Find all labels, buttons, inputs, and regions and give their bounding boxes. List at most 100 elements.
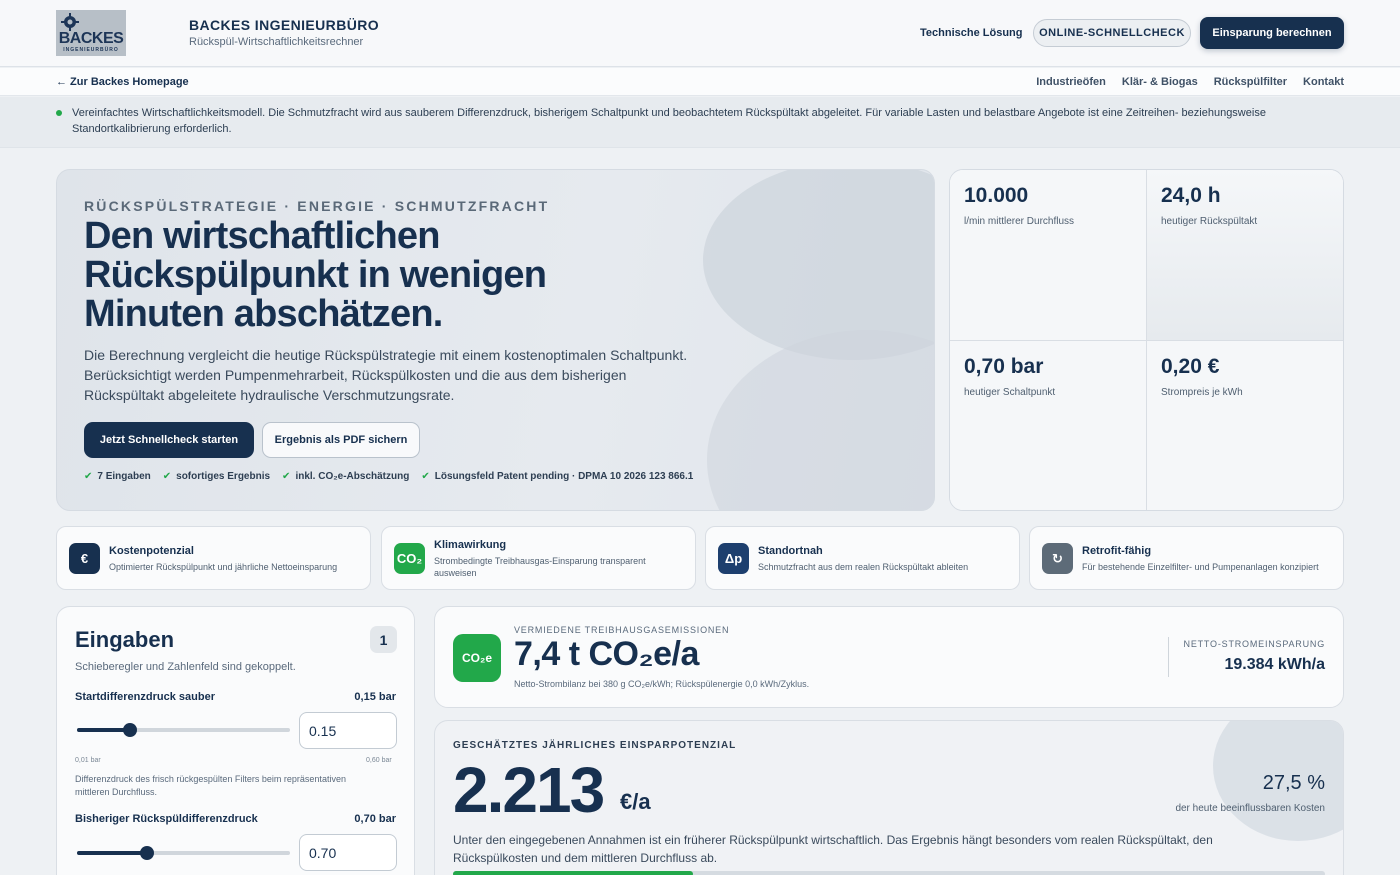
online-schnellcheck-button[interactable]: ONLINE-SCHNELLCHECK [1033, 19, 1191, 47]
check-icon: ✔ [282, 471, 291, 482]
savings-progress-fill [453, 871, 693, 875]
savings-description: Unter den eingegebenen Annahmen ist ein … [453, 833, 1213, 865]
save-pdf-button[interactable]: Ergebnis als PDF sichern [262, 422, 420, 458]
check-icon: ✔ [162, 471, 172, 482]
co2-icon: CO₂ [394, 543, 425, 574]
field-value-rueckspueldifferenzdruck: 0,70 bar [354, 813, 396, 825]
savings-value: 2.213 [453, 754, 605, 826]
strom-value: 19.384 kWh/a [1224, 656, 1326, 673]
hero-eyebrow: RÜCKSPÜLSTRATEGIE · ENERGIE · SCHMUTZFRA… [84, 198, 550, 214]
savings-unit: €/a [620, 789, 651, 814]
hero-feature-list: ✔ 7 Eingaben ✔ sofortiges Ergebnis ✔ inkl. … [84, 471, 693, 482]
feature-item: ✔ 7 Eingaben [84, 471, 151, 482]
einsparung-berechnen-button[interactable]: Einsparung berechnen [1200, 17, 1344, 49]
status-dot-icon [56, 110, 62, 116]
subnav-link-kontakt[interactable]: Kontakt [1303, 76, 1344, 88]
feature-card-kostenpotenzial: € Kostenpotenzial Optimierter Rückspülpu… [56, 526, 371, 590]
check-icon: ✔ [421, 471, 430, 482]
feature-card-retrofit: ↻ Retrofit-fähig Für bestehende Einzelfi… [1029, 526, 1344, 590]
subnav-link-rueckspuelfilter[interactable]: Rückspülfilter [1214, 76, 1287, 88]
subnav-link-klaer-biogas[interactable]: Klär- & Biogas [1122, 76, 1198, 88]
logo-sub: INGENIEURBÜRO [63, 47, 119, 53]
stat-label: Strompreis je kWh [1161, 387, 1243, 398]
feature-item: ✔ inkl. CO₂e-Abschätzung [282, 471, 410, 482]
stat-rueckspueltakt: 24,0 h heutiger Rückspültakt [1147, 170, 1343, 341]
feature-card-desc: Schmutzfracht aus dem realen Rückspültak… [758, 562, 969, 572]
stat-value: 10.000 [964, 184, 1029, 207]
co2-value: 7,4 t CO₂e/a [514, 635, 699, 673]
decorative-circle [707, 330, 934, 510]
co2-eyebrow: VERMIEDENE TREIBHAUSGASEMISSIONEN [514, 625, 730, 635]
co2-note: Netto-Strombilanz bei 380 g CO₂e/kWh; Rü… [514, 679, 810, 689]
savings-eyebrow: GESCHÄTZTES JÄHRLICHES EINSPARPOTENZIAL [453, 740, 737, 751]
feature-card-title: Klimawirkung [434, 539, 507, 551]
stat-strompreis: 0,20 € Strompreis je kWh [1147, 341, 1343, 510]
savings-percent-label: der heute beeinflussbaren Kosten [1175, 803, 1325, 814]
inputs-hint: Schieberegler und Zahlenfeld sind gekopp… [75, 661, 296, 673]
inputs-panel: Eingaben 1 Schieberegler und Zahlenfeld … [56, 606, 415, 875]
stat-value: 0,70 bar [964, 355, 1044, 378]
stat-label: l/min mittlerer Durchfluss [964, 216, 1075, 227]
strom-label: NETTO-STROMEINSPARUNG [1183, 639, 1325, 649]
slider-handle[interactable] [123, 723, 138, 737]
number-input-startdifferenzdruck[interactable] [299, 712, 397, 749]
inputs-title: Eingaben [75, 627, 175, 652]
stat-label: heutiger Rückspültakt [1161, 216, 1258, 227]
feature-card-title: Retrofit-fähig [1082, 545, 1152, 557]
euro-icon: € [69, 543, 100, 574]
check-icon: ✔ [84, 471, 93, 482]
feature-item: ✔ sofortiges Ergebnis [162, 471, 271, 482]
hero-description: Die Berechnung vergleicht die heutige Rü… [84, 347, 688, 403]
step-badge: 1 [370, 626, 397, 653]
slider-startdifferenzdruck[interactable] [77, 723, 290, 737]
notice-text: Vereinfachtes Wirtschaftlichkeitsmodell.… [72, 107, 1266, 135]
stat-label: heutiger Schaltpunkt [964, 387, 1056, 398]
feature-card-standortnah: Δp Standortnah Schmutzfracht aus dem rea… [705, 526, 1020, 590]
feature-card-title: Standortnah [758, 545, 823, 557]
site-title: BACKES INGENIEURBÜRO [189, 17, 380, 33]
subnav-link-industrieoefen[interactable]: Industrieöfen [1036, 76, 1106, 88]
feature-card-klimawirkung: CO₂ Klimawirkung Strombedingte Treibhaus… [381, 526, 696, 590]
subnav-links: Industrieöfen Klär- & Biogas Rückspülfil… [1036, 76, 1344, 88]
feature-card-desc: Für bestehende Einzelfilter- und Pumpena… [1082, 562, 1319, 572]
stat-value: 0,20 € [1161, 355, 1220, 378]
slider-rueckspueldifferenzdruck[interactable] [77, 846, 290, 860]
field-label-rueckspueldifferenzdruck: Bisheriger Rückspüldifferenzdruck [75, 813, 258, 825]
start-schnellcheck-button[interactable]: Jetzt Schnellcheck starten [84, 422, 254, 458]
stat-value: 24,0 h [1161, 184, 1221, 207]
top-header: BACKES INGENIEURBÜRO BACKES INGENIEURBÜR… [0, 0, 1400, 67]
feature-item: ✔ Lösungsfeld Patent pending · DPMA 10 20… [421, 471, 694, 482]
hero-title: Den wirtschaftlichen Rückspülpunkt in we… [84, 215, 547, 335]
feature-card-desc: Optimierter Rückspülpunkt und jährliche … [109, 562, 338, 572]
field-desc-startdifferenzdruck: Differenzdruck des frisch rückgespülten … [75, 774, 346, 797]
savings-percent: 27,5 % [1262, 772, 1325, 794]
back-to-homepage-link[interactable]: ← Zur Backes Homepage [56, 76, 189, 88]
field-label-startdifferenzdruck: Startdifferenzdruck sauber [75, 691, 215, 703]
slider-handle[interactable] [140, 846, 155, 860]
slider-max-label: 0,60 bar [366, 757, 392, 764]
stat-durchfluss: 10.000 l/min mittlerer Durchfluss [950, 170, 1147, 341]
nav-technische-loesung[interactable]: Technische Lösung [920, 27, 1022, 39]
field-value-startdifferenzdruck: 0,15 bar [354, 691, 396, 703]
decorative-circle [703, 170, 934, 360]
feature-card-title: Kostenpotenzial [109, 545, 194, 557]
refresh-icon: ↻ [1042, 543, 1073, 574]
slider-min-label: 0,01 bar [75, 757, 101, 764]
hero-section: RÜCKSPÜLSTRATEGIE · ENERGIE · SCHMUTZFRA… [56, 169, 935, 511]
company-logo[interactable]: BACKES INGENIEURBÜRO [56, 10, 126, 56]
stat-schaltpunkt: 0,70 bar heutiger Schaltpunkt [950, 341, 1147, 510]
number-input-rueckspueldifferenzdruck[interactable] [299, 834, 397, 871]
sub-navigation: ← Zur Backes Homepage Industrieöfen Klär… [0, 68, 1400, 96]
savings-result-panel: GESCHÄTZTES JÄHRLICHES EINSPARPOTENZIAL … [434, 720, 1344, 875]
gear-icon [61, 13, 79, 31]
delta-p-icon: Δp [718, 543, 749, 574]
slider-fill [77, 851, 148, 855]
model-notice: Vereinfachtes Wirtschaftlichkeitsmodell.… [0, 97, 1400, 148]
slider-fill [77, 728, 131, 732]
co2-result-panel: CO₂e VERMIEDENE TREIBHAUSGASEMISSIONEN 7… [434, 606, 1344, 708]
logo-brand: BACKES [58, 30, 124, 47]
site-subtitle: Rückspül-Wirtschaftlichkeitsrechner [189, 36, 364, 48]
key-stats-grid: 10.000 l/min mittlerer Durchfluss 24,0 h… [949, 169, 1344, 511]
co2e-icon: CO₂e [453, 634, 501, 682]
feature-card-desc: Strombedingte Treibhausgas-Einsparung tr… [434, 556, 646, 578]
